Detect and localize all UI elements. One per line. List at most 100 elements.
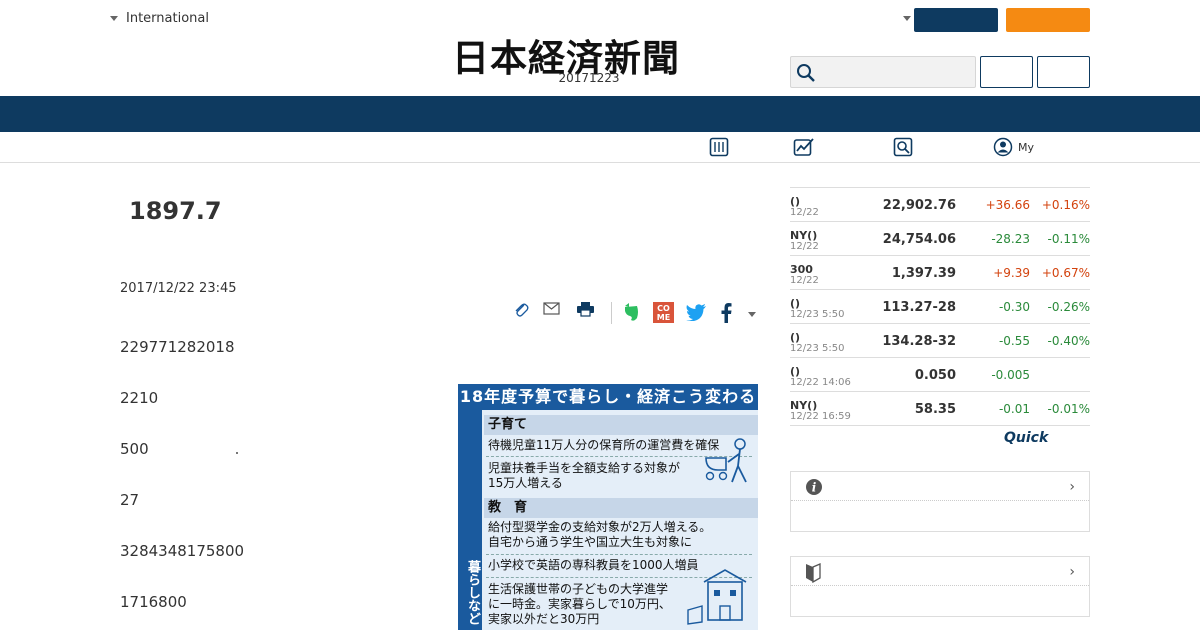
- market-chart-icon[interactable]: [793, 137, 815, 157]
- search-input[interactable]: [790, 56, 976, 88]
- market-change: +36.66: [985, 198, 1030, 212]
- facebook-icon[interactable]: [720, 302, 732, 323]
- beginner-panel[interactable]: ›: [790, 556, 1090, 617]
- market-change-percent: -0.01%: [1047, 402, 1090, 416]
- market-row[interactable]: () 12/22 14:06 0.050 -0.005: [790, 357, 1090, 391]
- region-selector[interactable]: International: [110, 11, 209, 26]
- market-change: -0.005: [991, 368, 1030, 382]
- market-change-percent: -0.11%: [1047, 232, 1090, 246]
- login-button[interactable]: [914, 8, 998, 32]
- market-row[interactable]: 300 12/22 1,397.39 +9.39 +0.67%: [790, 255, 1090, 289]
- market-change: -28.23: [991, 232, 1030, 246]
- article-paragraph: 500: [120, 440, 149, 458]
- region-label: International: [126, 11, 209, 26]
- infographic-item: 生活保護世帯の子どもの大学進学: [488, 582, 669, 596]
- article-paragraph: 2210: [120, 389, 159, 407]
- infographic-divider: [486, 554, 752, 555]
- chevron-right-icon: ›: [1069, 564, 1075, 580]
- infographic-item: 給付型奨学金の支給対象が2万人増える。: [488, 520, 712, 534]
- market-price: 134.28-32: [882, 334, 956, 349]
- infographic-title: 18年度予算で暮らし・経済こう変わる: [458, 384, 758, 410]
- market-change: +9.39: [993, 266, 1030, 280]
- text-artifact: [236, 452, 238, 454]
- market-table-bottom-border: [790, 425, 1090, 426]
- school-illustration-icon: [687, 569, 747, 625]
- market-time: 12/22: [790, 241, 819, 252]
- infographic-section-heading: 教 育: [484, 498, 758, 518]
- market-change-percent: -0.40%: [1047, 334, 1090, 348]
- user-icon[interactable]: [993, 137, 1013, 157]
- account-dropdown-icon[interactable]: [903, 16, 911, 21]
- infographic-item: 実家以外だと30万円: [488, 612, 600, 626]
- market-time: 12/22 14:06: [790, 377, 851, 388]
- main-navigation-bar[interactable]: [0, 96, 1200, 132]
- search-icon: [797, 64, 815, 82]
- market-price: 113.27-28: [882, 300, 956, 315]
- come-icon[interactable]: CO ME: [653, 302, 674, 323]
- my-page-label[interactable]: My: [1018, 141, 1034, 154]
- svg-text:ME: ME: [657, 313, 670, 322]
- market-price: 22,902.76: [882, 198, 956, 213]
- market-change: -0.30: [998, 300, 1030, 314]
- edition-date: 20171223: [558, 71, 620, 85]
- info-icon: i: [806, 479, 822, 495]
- search-button[interactable]: [980, 56, 1033, 88]
- svg-text:i: i: [812, 481, 817, 495]
- company-search-icon[interactable]: [893, 137, 913, 157]
- market-row[interactable]: () 12/22 22,902.76 +36.66 +0.16%: [790, 187, 1090, 221]
- market-price: 58.35: [914, 402, 956, 417]
- share-divider: [611, 302, 612, 324]
- market-change-percent: -0.26%: [1047, 300, 1090, 314]
- infographic-item: 小学校で英語の専科教員を1000人増員: [488, 558, 699, 572]
- print-icon[interactable]: [576, 301, 595, 317]
- market-change: -0.01: [998, 402, 1030, 416]
- paperclip-icon[interactable]: [513, 300, 529, 318]
- budget-infographic[interactable]: 18年度予算で暮らし・経済こう変わる 暮らしなど 子育て 待機児童11万人分の保…: [458, 384, 758, 630]
- market-row[interactable]: () 12/23 5:50 134.28-32 -0.55 -0.40%: [790, 323, 1090, 357]
- share-more-icon[interactable]: [748, 312, 756, 317]
- infographic-item: 児童扶養手当を全額支給する対象が: [488, 461, 681, 475]
- infographic-item: 15万人増える: [488, 476, 563, 490]
- chevron-down-icon: [110, 16, 118, 21]
- article-paragraph: 27: [120, 491, 140, 509]
- article-paragraph: 3284348175800: [120, 542, 245, 560]
- infographic-section-heading: 子育て: [484, 415, 758, 435]
- market-price: 1,397.39: [891, 266, 956, 281]
- market-time: 12/22 16:59: [790, 411, 851, 422]
- market-row[interactable]: NY() 12/22 16:59 58.35 -0.01 -0.01%: [790, 391, 1090, 425]
- search-detail-button[interactable]: [1037, 56, 1090, 88]
- infographic-item: 自宅から通う学生や国立大生も対象に: [488, 535, 693, 549]
- newspaper-icon[interactable]: [709, 137, 729, 157]
- register-button[interactable]: [1006, 8, 1090, 32]
- beginner-panel-header[interactable]: ›: [791, 557, 1089, 586]
- mail-icon[interactable]: [543, 302, 560, 315]
- svg-text:CO: CO: [657, 304, 670, 313]
- info-panel-header[interactable]: i ›: [791, 472, 1089, 501]
- info-panel[interactable]: i ›: [790, 471, 1090, 532]
- infographic-side-label: 暮らしなど: [458, 410, 482, 630]
- infographic-item: に一時金。実家暮らしで10万円、: [488, 597, 671, 611]
- market-data-table: () 12/22 22,902.76 +36.66 +0.16% NY() 12/22 24,…: [790, 187, 1090, 426]
- evernote-icon[interactable]: [622, 302, 640, 322]
- stroller-illustration-icon: [705, 438, 747, 483]
- market-time: 12/23 5:50: [790, 309, 845, 320]
- twitter-icon[interactable]: [686, 304, 707, 321]
- market-time: 12/22: [790, 275, 819, 286]
- market-price: 0.050: [914, 368, 956, 383]
- article-paragraph: 1716800: [120, 593, 187, 611]
- market-time: 12/22: [790, 207, 819, 218]
- market-time: 12/23 5:50: [790, 343, 845, 354]
- chevron-right-icon: ›: [1069, 479, 1075, 495]
- publish-date: 2017/12/22 23:45: [120, 281, 237, 296]
- article-headline: 1897.7: [129, 197, 222, 225]
- beginner-mark-icon: [806, 563, 821, 583]
- market-change-percent: +0.16%: [1041, 198, 1090, 212]
- article-paragraph: 229771282018: [120, 338, 235, 356]
- market-row[interactable]: () 12/23 5:50 113.27-28 -0.30 -0.26%: [790, 289, 1090, 323]
- market-change-percent: +0.67%: [1041, 266, 1090, 280]
- infographic-item: 待機児童11万人分の保育所の運営費を確保: [488, 438, 720, 452]
- market-row[interactable]: NY() 12/22 24,754.06 -28.23 -0.11%: [790, 221, 1090, 255]
- market-change: -0.55: [998, 334, 1030, 348]
- market-price: 24,754.06: [882, 232, 956, 247]
- quick-logo[interactable]: Quick: [1004, 430, 1048, 446]
